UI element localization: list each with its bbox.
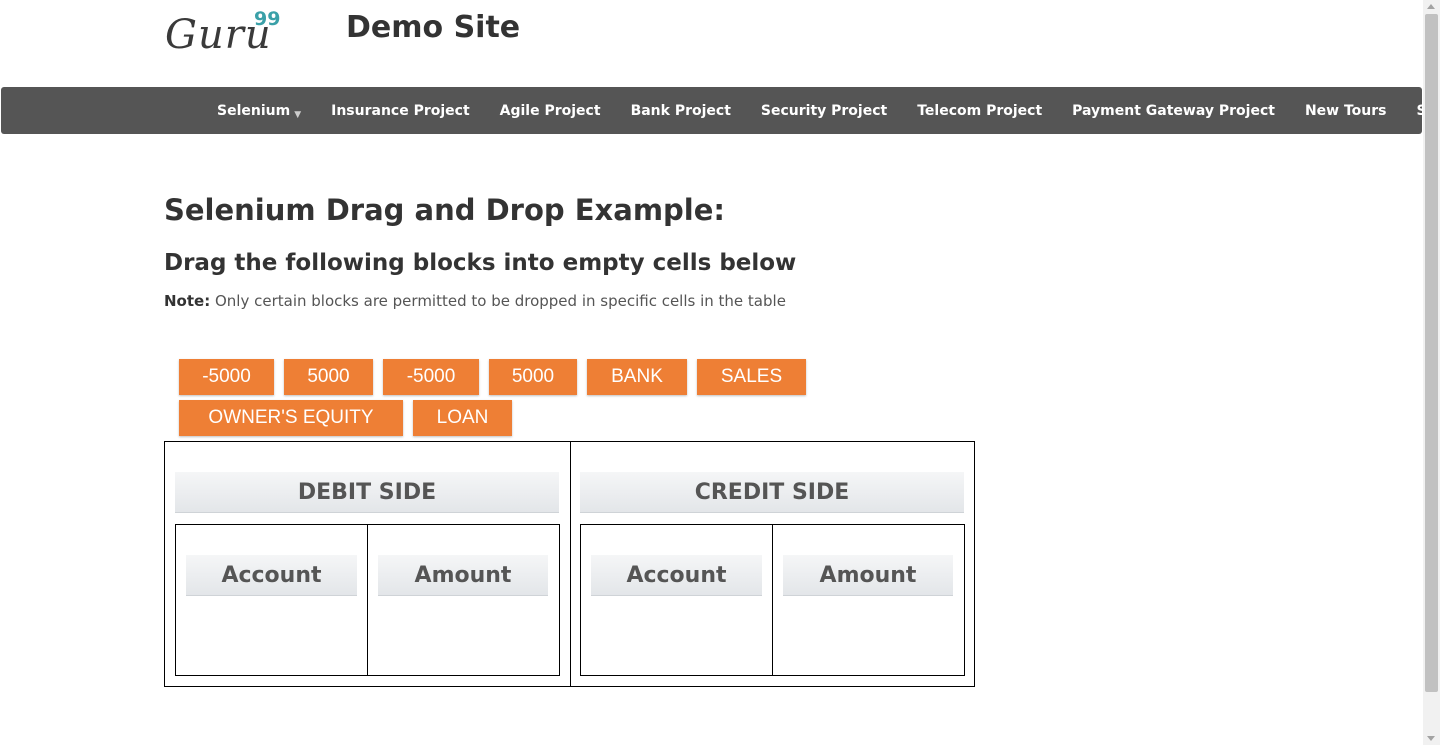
debit-side-header: DEBIT SIDE <box>175 472 559 513</box>
table-divider <box>570 442 571 686</box>
drag-block-5000-a[interactable]: 5000 <box>284 359 373 395</box>
column-divider <box>772 525 773 675</box>
nav-item-security-project[interactable]: Security Project <box>761 103 887 119</box>
credit-amount-drop-zone[interactable] <box>783 597 953 673</box>
scroll-up-icon[interactable] <box>1427 4 1435 9</box>
nav-item-label: Bank Project <box>630 102 731 119</box>
drag-block-5000-b[interactable]: 5000 <box>489 359 577 395</box>
note-label: Note: <box>164 292 211 310</box>
drag-block-minus-5000-a[interactable]: -5000 <box>179 359 274 395</box>
nav-item-label: Agile Project <box>499 102 601 119</box>
nav-item-bank-project[interactable]: Bank Project <box>631 103 731 119</box>
dropdown-caret-icon: ▼ <box>294 109 302 120</box>
nav-item-telecom-project[interactable]: Telecom Project <box>917 103 1042 119</box>
logo-superscript: 99 <box>254 8 281 30</box>
drag-block-owners-equity[interactable]: OWNER'S EQUITY <box>179 400 403 436</box>
debit-side-table: Account Amount <box>175 524 560 676</box>
credit-account-drop-zone[interactable] <box>591 597 762 673</box>
nav-item-payment-gateway-project[interactable]: Payment Gateway Project <box>1072 103 1275 119</box>
nav-item-label: Selenium <box>217 102 291 119</box>
nav-item-label: Payment Gateway Project <box>1072 102 1275 119</box>
scrollbar-thumb[interactable] <box>1425 14 1438 692</box>
credit-account-header: Account <box>591 555 762 596</box>
column-divider <box>367 525 368 675</box>
nav-item-label: Telecom Project <box>917 102 1043 119</box>
debit-amount-header: Amount <box>378 555 548 596</box>
debit-amount-drop-zone[interactable] <box>378 597 548 673</box>
credit-amount-header: Amount <box>783 555 953 596</box>
nav-item-label: Security Project <box>760 102 888 119</box>
nav-item-agile-project[interactable]: Agile Project <box>500 103 601 119</box>
drag-block-sales[interactable]: SALES <box>697 359 806 395</box>
main-navbar: Selenium ▼ Insurance Project Agile Proje… <box>1 87 1440 134</box>
nav-item-label: New Tours <box>1304 102 1387 119</box>
page-title: Selenium Drag and Drop Example: <box>164 193 725 227</box>
scroll-down-icon[interactable] <box>1427 736 1435 741</box>
nav-items: Selenium ▼ Insurance Project Agile Proje… <box>217 87 1440 134</box>
credit-side-table: Account Amount <box>580 524 965 676</box>
drag-block-bank[interactable]: BANK <box>587 359 687 395</box>
note-text: Note: Only certain blocks are permitted … <box>164 292 786 310</box>
credit-side-header: CREDIT SIDE <box>580 472 964 513</box>
debit-account-drop-zone[interactable] <box>186 597 357 673</box>
note-body: Only certain blocks are permitted to be … <box>210 292 786 310</box>
drag-block-minus-5000-b[interactable]: -5000 <box>383 359 479 395</box>
vertical-scrollbar[interactable] <box>1423 0 1440 745</box>
drop-table: DEBIT SIDE Account Amount CREDIT SIDE Ac… <box>164 441 975 687</box>
guru99-logo[interactable]: Guru 99 <box>165 8 285 58</box>
debit-account-header: Account <box>186 555 357 596</box>
nav-item-insurance-project[interactable]: Insurance Project <box>331 103 470 119</box>
page-subtitle: Drag the following blocks into empty cel… <box>164 250 797 276</box>
drag-block-loan[interactable]: LOAN <box>413 400 512 436</box>
site-title: Demo Site <box>346 10 521 45</box>
nav-item-selenium[interactable]: Selenium ▼ <box>217 102 302 120</box>
nav-item-new-tours[interactable]: New Tours <box>1305 103 1387 119</box>
nav-item-label: Insurance Project <box>331 102 470 119</box>
